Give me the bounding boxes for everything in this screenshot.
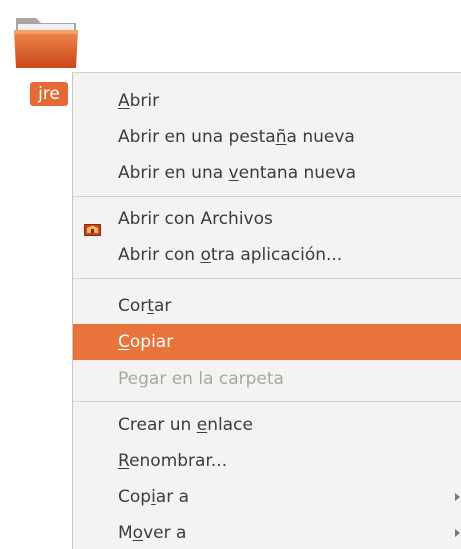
label-part: Abrir en una pesta: [118, 127, 276, 147]
label-part: nlace: [207, 415, 253, 435]
mnemonic: e: [196, 415, 208, 435]
label-part: Crear un: [118, 415, 197, 435]
label-part: tra aplicación...: [210, 245, 343, 265]
label-part: M: [118, 523, 133, 543]
mnemonic: R: [118, 451, 130, 471]
label-part: ar a: [155, 487, 190, 507]
label-part: Cor: [118, 296, 148, 316]
label-part: Abrir con Archivos: [118, 209, 273, 229]
menu-item-abrir-pestana[interactable]: Abrir en una pestaña nueva: [73, 119, 461, 155]
folder-icon[interactable]: [12, 12, 80, 70]
menu-item-crear-enlace[interactable]: Crear un enlace: [73, 407, 461, 443]
menu-separator: [73, 196, 461, 197]
context-menu: Abrir Abrir en una pestaña nueva Abrir e…: [72, 72, 461, 549]
menu-item-abrir[interactable]: Abrir: [73, 83, 461, 119]
menu-item-abrir-con-archivos[interactable]: Abrir con Archivos: [73, 201, 461, 237]
mnemonic: t: [147, 296, 154, 316]
label-part: Abrir con: [118, 245, 201, 265]
label-part: entana nueva: [238, 163, 357, 183]
files-app-icon: [84, 213, 101, 236]
submenu-arrow-icon: [455, 493, 460, 501]
mnemonic: ñ: [275, 127, 287, 147]
menu-item-pegar-en-carpeta: Pegar en la carpeta: [73, 361, 461, 397]
label-part: ver a: [143, 523, 187, 543]
mnemonic: A: [118, 91, 130, 111]
menu-item-renombrar[interactable]: Renombrar...: [73, 443, 461, 479]
menu-separator: [73, 401, 461, 402]
label-part: enombrar...: [129, 451, 228, 471]
label-part: Pegar en la carpeta: [118, 369, 284, 389]
menu-item-cortar[interactable]: Cortar: [73, 288, 461, 324]
label-part: ar: [153, 296, 172, 316]
menu-item-abrir-con-otra[interactable]: Abrir con otra aplicación...: [73, 237, 461, 273]
mnemonic: v: [228, 163, 239, 183]
label-part: brir: [129, 91, 160, 111]
label-part: a nueva: [286, 127, 355, 147]
submenu-arrow-icon: [455, 529, 460, 537]
menu-item-mover-a[interactable]: Mover a: [73, 515, 461, 549]
menu-separator: [73, 278, 461, 279]
file-name-label[interactable]: jre: [30, 82, 68, 106]
label-part: opiar: [129, 332, 174, 352]
label-part: Abrir en una: [118, 163, 229, 183]
mnemonic: C: [118, 332, 130, 352]
mnemonic: o: [132, 523, 144, 543]
mnemonic: o: [200, 245, 211, 265]
label-part: Cop: [118, 487, 152, 507]
desktop: jre Abrir Abrir en una pestaña nueva Abr…: [0, 0, 461, 549]
menu-item-copiar-a[interactable]: Copiar a: [73, 479, 461, 515]
menu-item-abrir-ventana[interactable]: Abrir en una ventana nueva: [73, 155, 461, 191]
menu-item-copiar[interactable]: Copiar: [73, 324, 461, 360]
